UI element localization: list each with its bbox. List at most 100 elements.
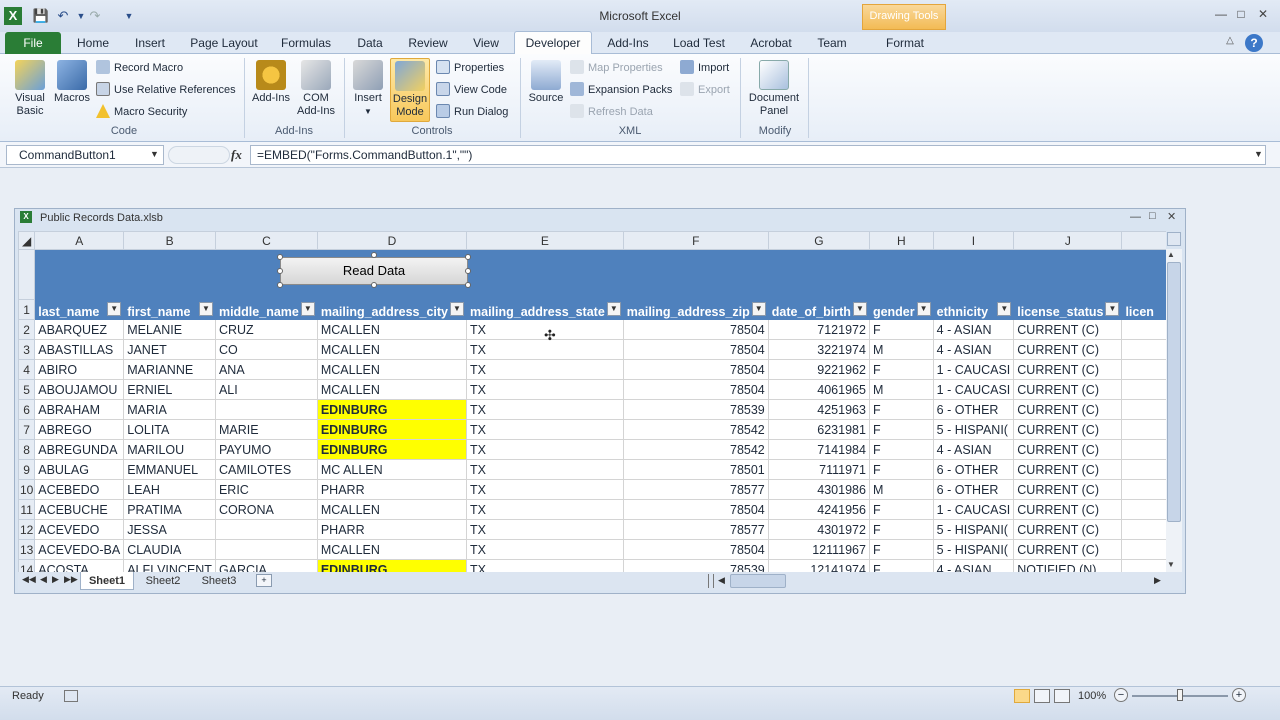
row-header[interactable]: 4 xyxy=(18,359,36,380)
row-header[interactable] xyxy=(18,249,36,300)
row-header[interactable]: 1 xyxy=(18,299,36,320)
table-cell[interactable]: 6 - OTHER xyxy=(932,479,1015,500)
name-box[interactable]: CommandButton1 xyxy=(6,145,164,165)
table-cell[interactable]: CO xyxy=(214,339,318,360)
scroll-up-icon[interactable]: ▲ xyxy=(1167,250,1175,259)
table-cell[interactable]: 4061965 xyxy=(767,379,870,400)
table-cell[interactable]: CURRENT (C) xyxy=(1013,439,1123,460)
document-panel-button[interactable]: Document Panel xyxy=(744,60,804,118)
import-button[interactable]: Import xyxy=(680,59,729,77)
table-cell[interactable]: 78501 xyxy=(622,459,769,480)
table-cell[interactable]: CURRENT (C) xyxy=(1013,399,1123,420)
column-header[interactable]: J xyxy=(1013,231,1123,250)
table-cell[interactable]: 4 - ASIAN xyxy=(932,439,1015,460)
table-cell[interactable] xyxy=(1121,519,1166,540)
macro-recording-icon[interactable] xyxy=(64,690,78,702)
table-cell[interactable]: 78504 xyxy=(622,339,769,360)
table-cell[interactable]: CURRENT (C) xyxy=(1013,499,1123,520)
table-cell[interactable]: 78504 xyxy=(622,539,769,560)
table-cell[interactable]: 4 - ASIAN xyxy=(932,339,1015,360)
column-header[interactable]: G xyxy=(767,231,870,250)
table-cell[interactable]: 6 - OTHER xyxy=(932,399,1015,420)
design-mode-button[interactable]: Design Mode xyxy=(390,58,430,122)
table-cell[interactable]: EDINBURG xyxy=(316,559,468,572)
table-cell[interactable]: 6 - OTHER xyxy=(932,459,1015,480)
table-cell[interactable]: ERIC xyxy=(214,479,318,500)
table-cell[interactable] xyxy=(214,539,318,560)
column-header[interactable]: B xyxy=(123,231,216,250)
table-cell[interactable]: MCALLEN xyxy=(316,319,468,340)
table-cell[interactable] xyxy=(1121,319,1166,340)
column-header[interactable]: C xyxy=(214,231,318,250)
tab-insert[interactable]: Insert xyxy=(126,32,174,54)
filter-dropdown-icon[interactable]: ▼ xyxy=(997,302,1012,316)
table-cell[interactable]: 78542 xyxy=(622,419,769,440)
formula-bar-resize-handle[interactable] xyxy=(168,146,230,164)
table-cell[interactable]: TX xyxy=(466,519,624,540)
table-cell[interactable]: CURRENT (C) xyxy=(1013,319,1123,340)
table-cell[interactable] xyxy=(214,399,318,420)
table-cell[interactable]: MARILOU xyxy=(123,439,216,460)
resize-handle[interactable] xyxy=(465,282,471,288)
visual-basic-button[interactable]: Visual Basic xyxy=(10,60,50,118)
table-cell[interactable]: MC ALLEN xyxy=(316,459,468,480)
table-cell[interactable]: CLAUDIA xyxy=(123,539,216,560)
table-cell[interactable]: 78504 xyxy=(622,379,769,400)
close-icon[interactable]: ✕ xyxy=(1254,6,1272,22)
zoom-in-icon[interactable]: + xyxy=(1232,688,1246,702)
zoom-slider-thumb[interactable] xyxy=(1177,689,1183,701)
table-cell[interactable]: CURRENT (C) xyxy=(1013,379,1123,400)
first-sheet-icon[interactable]: ◀◀ xyxy=(22,574,36,585)
table-cell[interactable] xyxy=(1121,359,1166,380)
table-cell[interactable]: EDINBURG xyxy=(316,419,468,440)
tab-formulas[interactable]: Formulas xyxy=(276,32,336,54)
column-header[interactable] xyxy=(1121,231,1166,250)
table-cell[interactable]: 78504 xyxy=(622,359,769,380)
worksheet-grid[interactable]: ◢ A B C D E F G H I J 1 last_name ▼ first_… xyxy=(18,231,1166,572)
resize-handle[interactable] xyxy=(277,282,283,288)
table-cell[interactable] xyxy=(1121,379,1166,400)
table-cell[interactable]: ALFI VINCENT xyxy=(123,559,216,572)
table-cell[interactable]: CURRENT (C) xyxy=(1013,359,1123,380)
table-cell[interactable]: 1 - CAUCASI xyxy=(932,379,1015,400)
table-cell[interactable] xyxy=(1121,439,1166,460)
tab-developer[interactable]: Developer xyxy=(514,31,592,55)
row-header[interactable]: 12 xyxy=(18,519,36,540)
table-cell[interactable]: TX xyxy=(466,419,624,440)
row-header[interactable]: 14 xyxy=(18,559,36,572)
resize-handle[interactable] xyxy=(371,252,377,258)
row-header[interactable]: 8 xyxy=(18,439,36,460)
export-button[interactable]: Export xyxy=(680,81,730,99)
table-cell[interactable]: 4 - ASIAN xyxy=(932,319,1015,340)
table-cell[interactable] xyxy=(1121,499,1166,520)
resize-handle[interactable] xyxy=(465,268,471,274)
table-cell[interactable]: TX xyxy=(466,479,624,500)
table-cell[interactable] xyxy=(1121,419,1166,440)
table-cell[interactable]: MARIE xyxy=(214,419,318,440)
help-icon[interactable]: ? xyxy=(1245,34,1263,52)
tab-team[interactable]: Team xyxy=(810,32,854,54)
table-cell[interactable]: JANET xyxy=(123,339,216,360)
filter-dropdown-icon[interactable]: ▼ xyxy=(107,302,122,316)
column-header[interactable]: A xyxy=(34,231,125,250)
column-header[interactable]: I xyxy=(932,231,1015,250)
table-cell[interactable]: 78577 xyxy=(622,479,769,500)
filter-dropdown-icon[interactable]: ▼ xyxy=(198,302,213,316)
sheet-tab-sheet3[interactable]: Sheet3 xyxy=(194,572,244,590)
select-all-corner[interactable]: ◢ xyxy=(18,231,36,250)
table-cell[interactable] xyxy=(1121,479,1166,500)
restore-icon[interactable]: □ xyxy=(1232,6,1250,22)
tab-home[interactable]: Home xyxy=(68,32,118,54)
row-header[interactable]: 5 xyxy=(18,379,36,400)
table-cell[interactable]: PAYUMO xyxy=(214,439,318,460)
normal-view-icon[interactable] xyxy=(1014,689,1030,703)
zoom-level[interactable]: 100% xyxy=(1078,690,1106,702)
vertical-scroll-thumb[interactable] xyxy=(1167,262,1181,522)
filter-dropdown-icon[interactable]: ▼ xyxy=(916,302,931,316)
table-cell[interactable]: F xyxy=(868,519,934,540)
scroll-right-icon[interactable]: ▶ xyxy=(1154,575,1161,586)
table-cell[interactable]: 4251963 xyxy=(767,399,870,420)
table-cell[interactable]: NOTIFIED (N) xyxy=(1013,559,1123,572)
table-cell[interactable]: MCALLEN xyxy=(316,359,468,380)
table-cell[interactable]: 1 - CAUCASI xyxy=(932,359,1015,380)
